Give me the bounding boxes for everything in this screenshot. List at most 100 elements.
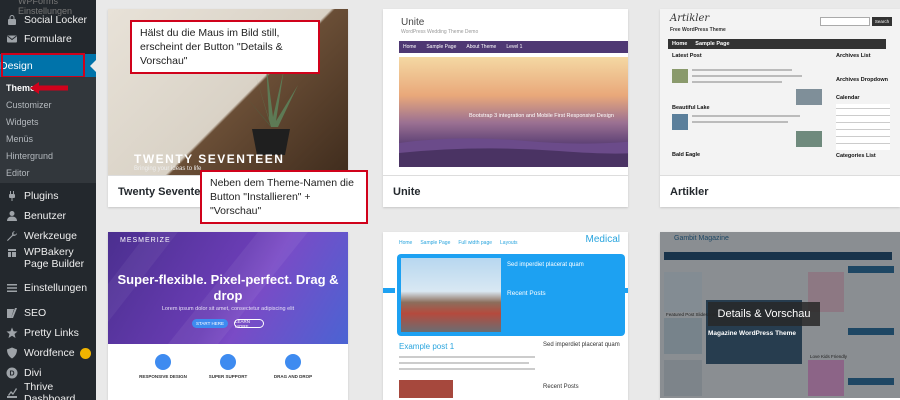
- preview-nav: Home Sample Page Full width page Layouts: [399, 240, 518, 246]
- sidebar-item-divi[interactable]: D Divi: [0, 363, 96, 383]
- sidebar-item-label: Benutzer: [24, 210, 67, 222]
- sidebar-item-pretty-links[interactable]: Pretty Links: [0, 323, 96, 343]
- preview-sidebar-title: Categories List: [836, 153, 876, 159]
- sidebar-item-wordfence[interactable]: Wordfence: [0, 343, 96, 363]
- theme-card-artikler[interactable]: Artikler Free WordPress Theme Search Hom…: [660, 9, 900, 207]
- theme-name: Unite: [383, 175, 628, 207]
- feature-circle-icon: [285, 354, 301, 370]
- callout-name-tip: Neben dem Theme-Namen die Button "Instal…: [200, 170, 368, 224]
- preview-nav-item: Home: [403, 44, 417, 50]
- sidebar-item-social-locker[interactable]: Social Locker: [0, 10, 96, 30]
- active-pointer: [90, 60, 96, 72]
- sidebar-item-einstellungen[interactable]: Einstellungen: [0, 278, 96, 298]
- preview-subtitle: Bringing your ideas to life: [134, 166, 202, 172]
- theme-card-mesmerize[interactable]: MESMERIZE Super-flexible. Pixel-perfect.…: [108, 232, 348, 400]
- preview-logo: Medical: [585, 234, 620, 245]
- preview-headline: Super-flexible. Pixel-perfect. Drag & dr…: [117, 272, 339, 303]
- preview-text-line: [399, 368, 535, 370]
- mail-icon: [6, 33, 18, 45]
- sidebar-item-werkzeuge[interactable]: Werkzeuge: [0, 226, 96, 246]
- preview-nav-item: Level 1: [506, 44, 523, 50]
- preview-image: [796, 131, 822, 147]
- sidebar-item-plugins[interactable]: Plugins: [0, 186, 96, 206]
- sidebar-item-thrive[interactable]: Thrive Dashboard: [0, 381, 96, 400]
- preview-nav-item: Home: [672, 41, 688, 47]
- lavender-field-image: [399, 138, 628, 167]
- preview-text-line: [692, 69, 792, 71]
- feature-circle-icon: [220, 354, 236, 370]
- preview-nav-item: Sample Page: [426, 44, 457, 50]
- submenu-item-widgets[interactable]: Widgets: [6, 117, 39, 127]
- sidebar-item-formulare[interactable]: Formulare: [0, 29, 96, 49]
- plug-icon: [6, 190, 18, 202]
- preview-post-image: [399, 380, 453, 398]
- submenu-item-customizer[interactable]: Customizer: [6, 100, 52, 110]
- sidebar-item-label: Divi: [24, 367, 42, 379]
- preview-recent-title: Recent Posts: [507, 290, 546, 297]
- preview-edge-stripe: [616, 288, 628, 293]
- submenu-item-editor[interactable]: Editor: [6, 168, 30, 178]
- theme-screenshot[interactable]: Home Sample Page Full width page Layouts…: [383, 232, 628, 398]
- theme-screenshot[interactable]: Gambit Magazine Featured Post Slideshow …: [660, 232, 900, 398]
- preview-post-title: Example post 1: [399, 342, 455, 351]
- preview-search-box: [820, 17, 870, 26]
- theme-screenshot[interactable]: Artikler Free WordPress Theme Search Hom…: [660, 9, 900, 175]
- preview-subtext: Lorem ipsum dolor sit amet, consectetur …: [161, 306, 295, 312]
- settings-icon: [6, 282, 18, 294]
- preview-image: [796, 89, 822, 105]
- preview-post-title: Beautiful Lake: [672, 105, 710, 111]
- preview-text-line: [399, 356, 535, 358]
- sidebar-item-label: Thrive Dashboard: [24, 381, 76, 400]
- preview-sidebar-recent: Recent Posts: [543, 384, 579, 390]
- shield-icon: [6, 347, 18, 359]
- preview-sidebar-title: Archives Dropdown: [836, 77, 888, 83]
- admin-sidebar: WPForms Einstellungen Social Locker Form…: [0, 0, 96, 400]
- details-preview-button[interactable]: Details & Vorschau: [708, 302, 820, 326]
- callout-hover-tip: Hälst du die Maus im Bild still, erschei…: [130, 20, 320, 74]
- preview-logo: Unite: [401, 17, 425, 28]
- divi-icon: D: [6, 367, 18, 379]
- preview-text-line: [692, 75, 802, 77]
- preview-calendar: [836, 104, 890, 150]
- notification-badge: [79, 347, 91, 359]
- sidebar-item-label: Wordfence: [24, 347, 75, 359]
- user-icon: [6, 210, 18, 222]
- preview-text-line: [692, 81, 782, 83]
- sidebar-item-label: Pretty Links: [24, 327, 79, 339]
- preview-post-thumb: [672, 114, 688, 130]
- preview-nav-item: Sample Page: [420, 240, 451, 246]
- preview-nav-item: Layouts: [500, 240, 518, 246]
- preview-hero-text: Bootstrap 3 integration and Mobile First…: [469, 113, 614, 119]
- submenu-item-hintergrund[interactable]: Hintergrund: [6, 151, 53, 161]
- sidebar-item-label: Formulare: [24, 33, 72, 45]
- sidebar-item-benutzer[interactable]: Benutzer: [0, 206, 96, 226]
- preview-title: TWENTY SEVENTEEN: [134, 152, 285, 166]
- preview-sidebar-title: Calendar: [836, 95, 860, 101]
- sidebar-item-wpbakery[interactable]: WPBakery Page Builder: [0, 246, 96, 272]
- preview-nav: Home Sample Page: [668, 39, 886, 49]
- preview-post-thumb: [672, 69, 688, 83]
- theme-card-unite[interactable]: Unite WordPress Wedding Theme Demo Home …: [383, 9, 628, 207]
- theme-card-gambit[interactable]: Gambit Magazine Featured Post Slideshow …: [660, 232, 900, 400]
- preview-nav-item: About Theme: [466, 44, 497, 50]
- preview-logo: Artikler: [670, 13, 710, 24]
- star-icon: [6, 327, 18, 339]
- preview-nav: Home Sample Page About Theme Level 1: [399, 41, 628, 53]
- preview-logo: MESMERIZE: [120, 237, 171, 244]
- preview-nav-item: Home: [399, 240, 413, 246]
- lock-icon: [6, 14, 18, 26]
- seo-icon: [6, 307, 18, 319]
- submenu-item-menus[interactable]: Menüs: [6, 134, 33, 144]
- feature-title: DRAG AND DROP: [273, 374, 313, 379]
- dashboard-icon: [6, 387, 18, 399]
- theme-card-medical[interactable]: Home Sample Page Full width page Layouts…: [383, 232, 628, 400]
- preview-slide-title: Sed imperdiet placerat quam: [507, 262, 584, 268]
- preview-text-line: [692, 115, 800, 117]
- sidebar-item-label: SEO: [24, 307, 47, 319]
- theme-screenshot[interactable]: Unite WordPress Wedding Theme Demo Home …: [383, 9, 628, 175]
- theme-screenshot[interactable]: MESMERIZE Super-flexible. Pixel-perfect.…: [108, 232, 348, 398]
- preview-latest-title: Latest Post: [672, 53, 702, 59]
- sidebar-item-seo[interactable]: SEO: [0, 303, 96, 323]
- preview-tagline: WordPress Wedding Theme Demo: [401, 29, 479, 35]
- preview-sidebar-title: Archives List: [836, 53, 871, 59]
